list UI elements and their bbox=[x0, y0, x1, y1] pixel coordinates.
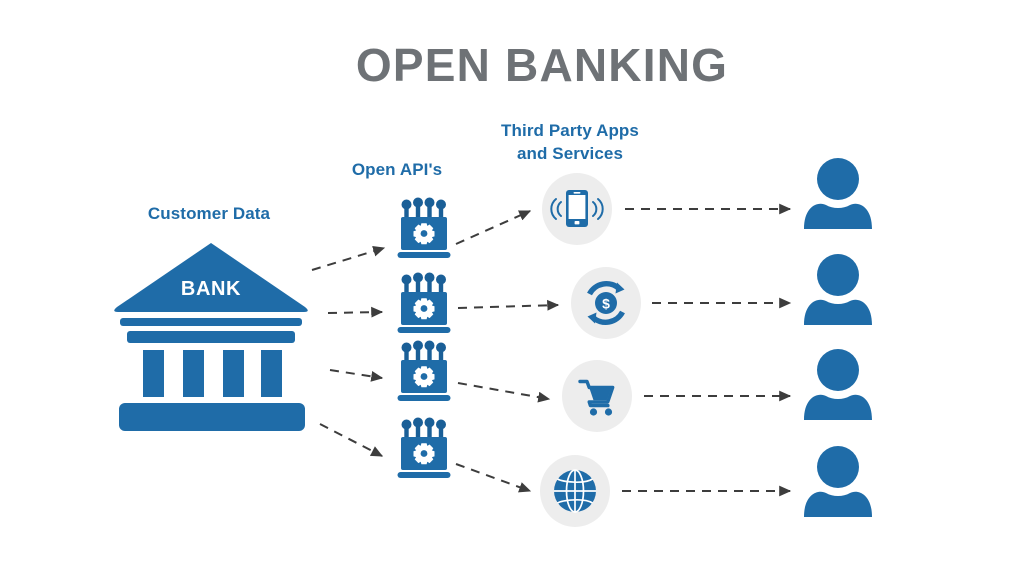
api-gear-people-icon[interactable] bbox=[397, 272, 451, 334]
app-node-mobile[interactable] bbox=[542, 173, 612, 245]
api-to-app-connectors bbox=[455, 210, 560, 493]
bank-to-api-connectors bbox=[311, 245, 386, 457]
bank-bar-top bbox=[120, 318, 302, 326]
connector-bank-to-api-1 bbox=[311, 245, 386, 271]
bank-label: BANK bbox=[181, 278, 241, 300]
connector-api-to-app-4 bbox=[455, 463, 532, 493]
label-third-party-apps-line1: Third Party Apps bbox=[501, 121, 639, 140]
person-icon[interactable] bbox=[804, 254, 872, 325]
page-title: OPEN BANKING bbox=[356, 39, 728, 91]
bank-bar-second bbox=[127, 331, 295, 343]
label-customer-data: Customer Data bbox=[148, 204, 271, 223]
label-open-apis: Open API's bbox=[352, 160, 442, 179]
bank-column bbox=[183, 350, 204, 397]
app-node-global[interactable] bbox=[540, 455, 610, 527]
label-third-party-apps-line2: and Services bbox=[517, 144, 623, 163]
svg-text:$: $ bbox=[602, 296, 610, 312]
bank-column bbox=[223, 350, 244, 397]
api-gear-people-icon[interactable] bbox=[397, 197, 451, 259]
connector-bank-to-api-4 bbox=[319, 423, 384, 457]
app-node-payments[interactable]: $ bbox=[571, 267, 641, 339]
bank-base bbox=[119, 403, 305, 431]
open-banking-diagram: OPEN BANKING Customer Data Open API's Th… bbox=[114, 39, 872, 527]
app-node-shopping[interactable] bbox=[562, 360, 632, 432]
bank-column bbox=[261, 350, 282, 397]
connector-api-to-app-3 bbox=[457, 382, 551, 403]
person-icon[interactable] bbox=[804, 446, 872, 517]
diagram-canvas: OPEN BANKING Customer Data Open API's Th… bbox=[0, 0, 1024, 576]
app-to-user-connectors bbox=[622, 203, 792, 497]
connector-api-to-app-1 bbox=[455, 210, 532, 245]
connector-api-to-app-2 bbox=[457, 299, 560, 311]
api-gear-people-icon[interactable] bbox=[397, 417, 451, 479]
api-gear-people-icon[interactable] bbox=[397, 340, 451, 402]
connector-bank-to-api-2 bbox=[327, 306, 384, 318]
connector-bank-to-api-3 bbox=[329, 369, 384, 382]
globe-icon bbox=[554, 469, 596, 513]
bank-column bbox=[143, 350, 164, 397]
bank-building-icon: BANK bbox=[114, 243, 308, 431]
person-icon[interactable] bbox=[804, 158, 872, 229]
person-icon[interactable] bbox=[804, 349, 872, 420]
